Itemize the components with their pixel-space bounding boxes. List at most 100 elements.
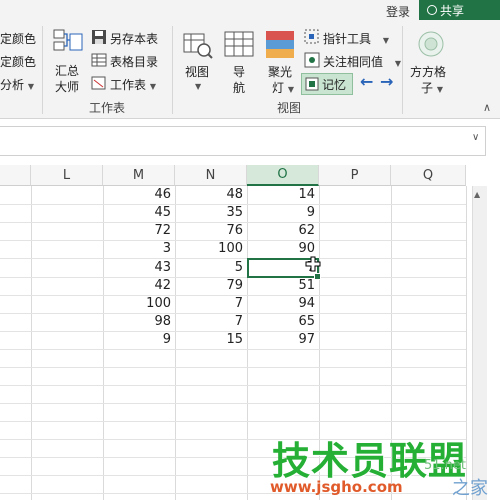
group-label-worksheet: 工作表: [89, 101, 126, 115]
ribbon-item-color-1[interactable]: 定颜色: [0, 30, 36, 47]
scroll-up-icon[interactable]: ▲: [474, 190, 480, 199]
spotlight-icon: [266, 30, 294, 60]
column-header-p[interactable]: P: [319, 165, 391, 186]
column-header-n[interactable]: N: [175, 165, 247, 186]
pointer-tools-icon: [304, 29, 320, 45]
chevron-down-icon: ▼: [436, 85, 443, 94]
cell-m5[interactable]: 43: [103, 259, 171, 277]
grid-line: [0, 349, 466, 350]
person-icon: [427, 5, 437, 15]
column-header-o[interactable]: O: [247, 165, 319, 186]
cell-n5[interactable]: 5: [175, 259, 243, 277]
grid-line: [0, 367, 466, 368]
grid-line: [0, 421, 466, 422]
memory-label: 记忆: [322, 78, 347, 92]
summary-master-label-2[interactable]: 大师: [55, 78, 79, 95]
cell-n7[interactable]: 7: [175, 295, 243, 313]
ribbon-item-color-2[interactable]: 定颜色: [0, 53, 36, 70]
cell-m8[interactable]: 98: [103, 313, 171, 331]
chevron-down-icon: ▼: [195, 82, 202, 91]
worksheet-label: 工作表: [110, 78, 147, 92]
summary-master-label-1[interactable]: 汇总: [55, 62, 79, 79]
divider: [172, 26, 173, 114]
cell-o7[interactable]: 94: [247, 295, 315, 313]
column-header-l[interactable]: L: [31, 165, 103, 186]
grid-line: [0, 403, 466, 404]
cell-n4[interactable]: 100: [175, 240, 243, 258]
cell-o2[interactable]: 9: [247, 204, 315, 222]
save-sheet-button[interactable]: 另存本表: [110, 30, 158, 47]
chevron-down-icon: ▼: [27, 82, 34, 91]
grid-line: [0, 385, 466, 386]
spotlight-dropdown[interactable]: 灯 ▼: [272, 79, 294, 96]
chevron-down-icon: ▼: [382, 36, 389, 45]
sheet-directory-button[interactable]: 表格目录: [110, 53, 158, 70]
memory-icon: [305, 76, 319, 91]
cell-m7[interactable]: 100: [103, 295, 171, 313]
column-header-q[interactable]: Q: [391, 165, 466, 186]
collapse-ribbon-icon[interactable]: ∧: [483, 101, 491, 114]
cell-m3[interactable]: 72: [103, 222, 171, 240]
cell-m4[interactable]: 3: [103, 240, 171, 258]
navigation-label-2[interactable]: 航: [233, 79, 245, 96]
cell-o3[interactable]: 62: [247, 222, 315, 240]
cell-o6[interactable]: 51: [247, 277, 315, 295]
spotlight-label-1[interactable]: 聚光: [268, 63, 292, 80]
column-header-partial[interactable]: [0, 165, 31, 186]
fill-handle[interactable]: [314, 273, 321, 280]
chevron-down-icon: ▼: [394, 59, 401, 68]
login-link[interactable]: 登录: [386, 3, 410, 20]
navigation-label-1[interactable]: 导: [233, 63, 245, 80]
formula-bar[interactable]: [0, 126, 486, 156]
cell-m2[interactable]: 45: [103, 204, 171, 222]
cell-n6[interactable]: 79: [175, 277, 243, 295]
watermark-suffix: 之家: [452, 478, 488, 499]
save-icon: [91, 29, 107, 45]
cell-n3[interactable]: 76: [175, 222, 243, 240]
cell-m9[interactable]: 9: [103, 331, 171, 349]
share-label: 共享: [440, 3, 465, 18]
follow-same-dropdown[interactable]: 关注相同值 ▼: [323, 53, 401, 70]
pointer-tools-label: 指针工具: [323, 32, 372, 46]
share-button[interactable]: 共享: [419, 0, 500, 20]
group-label-view: 视图: [277, 101, 302, 115]
cell-n2[interactable]: 35: [175, 204, 243, 222]
grid-line: [31, 186, 32, 500]
view-button-label[interactable]: 视图: [185, 63, 209, 80]
divider: [42, 26, 43, 114]
cell-m6[interactable]: 42: [103, 277, 171, 295]
column-header-m[interactable]: M: [103, 165, 175, 186]
follow-same-icon: [304, 52, 320, 68]
fangfang-icon: [417, 30, 445, 58]
cell-n8[interactable]: 7: [175, 313, 243, 331]
cell-o8[interactable]: 65: [247, 313, 315, 331]
cell-o9[interactable]: 97: [247, 331, 315, 349]
cell-n1[interactable]: 48: [175, 186, 243, 204]
summary-master-icon: [52, 28, 84, 58]
chevron-down-icon: ▼: [287, 85, 294, 94]
arrow-left-icon[interactable]: ←: [360, 72, 373, 91]
fangfang-dropdown[interactable]: 子 ▼: [421, 79, 443, 96]
watermark-url: www.jsgho.com: [270, 478, 403, 496]
worksheet-icon: [91, 75, 107, 91]
pointer-tools-dropdown[interactable]: 指针工具 ▼: [323, 30, 389, 47]
spotlight-label-2: 灯: [272, 81, 285, 95]
fangfang-label-1[interactable]: 方方格: [410, 63, 446, 80]
fangfang-label-2: 子: [421, 81, 434, 95]
navigation-icon: [224, 30, 254, 60]
ribbon-item-analysis[interactable]: 分析 ▼: [0, 76, 34, 93]
analysis-label: 分析: [0, 78, 25, 92]
cell-o1[interactable]: 14: [247, 186, 315, 204]
table-icon: [91, 52, 107, 68]
watermark-domain: 51.net: [424, 458, 467, 473]
cross-cursor-icon: [305, 256, 321, 272]
view-icon: [182, 30, 214, 60]
chevron-down-icon: ▼: [149, 82, 156, 91]
worksheet-dropdown[interactable]: 工作表 ▼: [110, 76, 156, 93]
vertical-scrollbar[interactable]: [472, 186, 487, 500]
arrow-right-icon[interactable]: →: [380, 72, 393, 91]
divider: [402, 26, 403, 114]
cell-m1[interactable]: 46: [103, 186, 171, 204]
cell-n9[interactable]: 15: [175, 331, 243, 349]
expand-formula-bar-icon[interactable]: ∨: [472, 132, 479, 143]
